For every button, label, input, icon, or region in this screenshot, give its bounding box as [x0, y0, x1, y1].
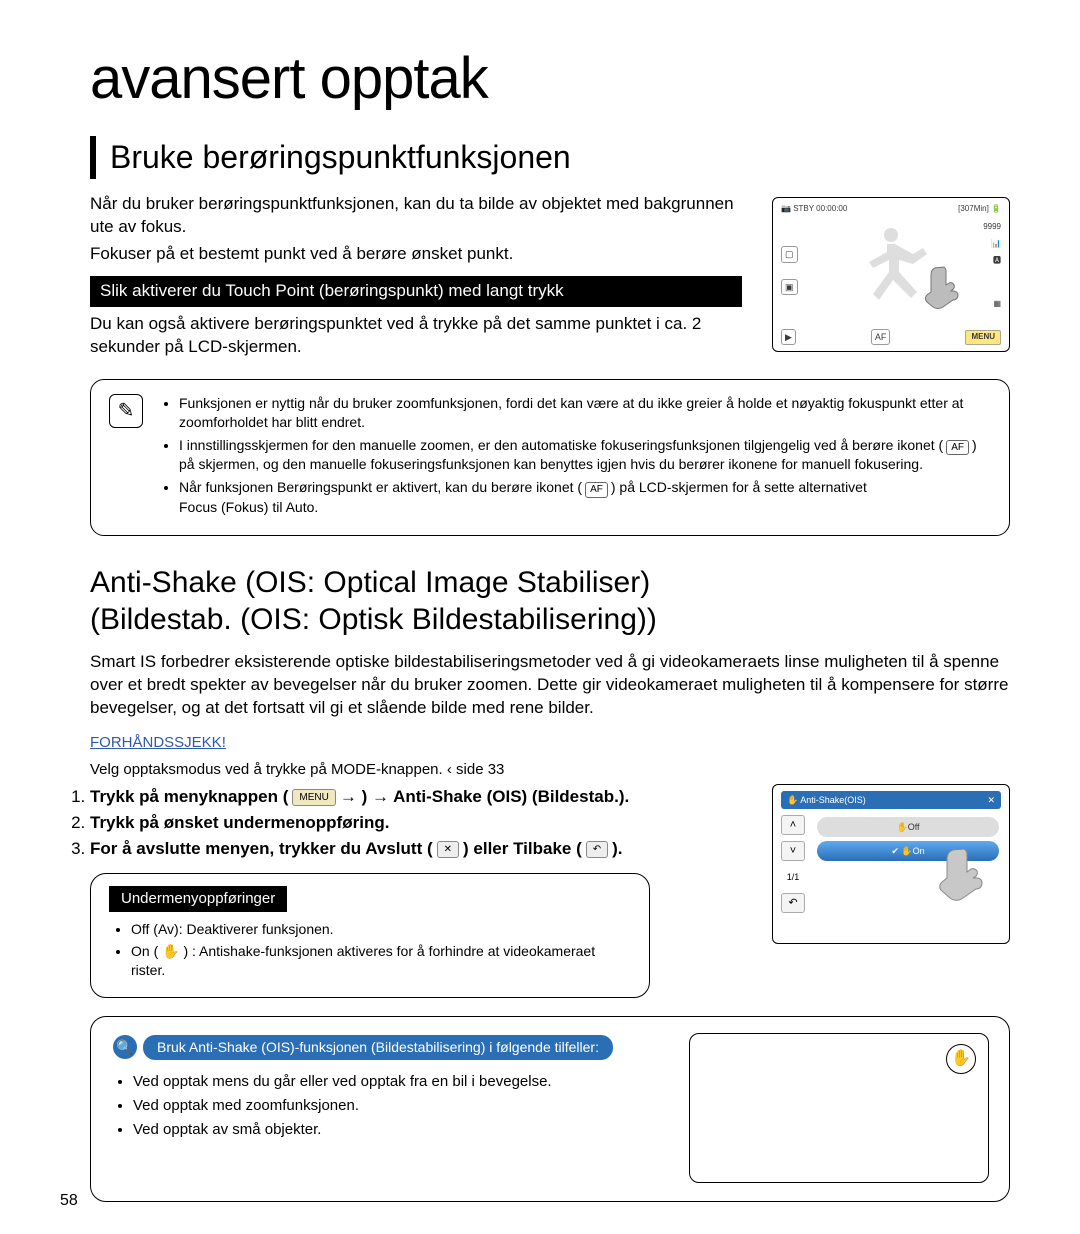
page-title: avansert opptak [90, 40, 1010, 118]
tip-illustration: ✋ [689, 1033, 989, 1183]
lcd-icon-2: ▣ [781, 279, 798, 295]
tip-bullet1: Ved opptak mens du går eller ved opptak … [133, 1072, 665, 1092]
step-2: Trykk på ønsket undermenoppføring. [90, 812, 736, 835]
steps-list: Trykk på menyknappen (MENU→ ) → Anti-Sha… [90, 786, 736, 861]
note1-bullet2: I innstillingsskjermen for den manuelle … [179, 436, 991, 474]
precheck-line: Velg opptaksmodus ved å trykke på MODE-k… [90, 760, 1010, 780]
lcd-line2: 📊 [991, 239, 1001, 250]
note-icon: ✎ [109, 394, 143, 428]
lcd-af: AF [871, 329, 891, 345]
lcd-time: 00:00:00 [816, 204, 847, 213]
tip-pill: 🔍 Bruk Anti-Shake (OIS)-funksjonen (Bild… [111, 1033, 615, 1062]
note1-bullet3: Når funksjonen Berøringspunkt er aktiver… [179, 478, 991, 516]
back-chip-icon: ↶ [586, 841, 608, 859]
section1-afterbar: Du kan også aktivere berøringspunktet ve… [90, 313, 742, 359]
tip-box: 🔍 Bruk Anti-Shake (OIS)-funksjonen (Bild… [90, 1016, 1010, 1202]
touchpoint-bar: Slik aktiverer du Touch Point (berørings… [90, 276, 742, 307]
tip-bullet3: Ved opptak av små objekter. [133, 1120, 665, 1140]
lcd-remain: [307Min] [958, 204, 989, 213]
lcd-line3: 🅰 [993, 256, 1001, 267]
tip-pill-text: Bruk Anti-Shake (OIS)-funksjonen (Bildes… [143, 1035, 613, 1060]
section1-intro2: Fokuser på et bestemt punkt ved å berøre… [90, 243, 742, 266]
section2-heading: Anti-Shake (OIS: Optical Image Stabilise… [90, 564, 1010, 639]
page-number: 58 [60, 1190, 78, 1212]
submenu-on: On ( ✋ ) : Antishake-funksjonen aktivere… [131, 942, 631, 980]
lcd2-opt-off[interactable]: ✋ Off [817, 817, 999, 837]
menu-chip-icon: MENU [292, 789, 335, 807]
lcd-menu-button[interactable]: MENU [965, 330, 1001, 345]
submenu-title: Undermenyoppføringer [109, 886, 287, 912]
touch-hand-icon-2 [937, 843, 991, 909]
touch-hand-icon [923, 261, 965, 311]
lcd-icon-1: ▢ [781, 246, 798, 262]
ois-circle-icon: ✋ [946, 1044, 976, 1074]
lcd-stby: STBY [793, 204, 814, 213]
section1-heading: Bruke berøringspunktfunksjonen [90, 136, 1010, 179]
lcd-preview-1: 📷 STBY 00:00:00 [307Min] 🔋 ▢ ▣ 9999 📊 🅰 … [772, 197, 1010, 352]
af-inline-icon-2: AF [585, 482, 608, 498]
step-3: For å avslutte menyen, trykker du Avslut… [90, 838, 736, 861]
lcd2-back-icon[interactable]: ↶ [781, 893, 805, 913]
lcd2-page: 1/1 [781, 867, 805, 887]
lcd-res: 9999 [983, 222, 1001, 233]
close-chip-icon: ✕ [437, 841, 459, 859]
note-block-1: ✎ Funksjonen er nyttig når du bruker zoo… [90, 379, 1010, 536]
section2-para: Smart IS forbedrer eksisterende optiske … [90, 651, 1010, 720]
step-1: Trykk på menyknappen (MENU→ ) → Anti-Sha… [90, 786, 736, 809]
ois-hand-icon: ✋ [162, 943, 179, 959]
submenu-off: Off (Av): Deaktiverer funksjonen. [131, 920, 631, 939]
tip-bullet2: Ved opptak med zoomfunksjonen. [133, 1096, 665, 1116]
lcd-play-icon: ▶ [781, 329, 796, 345]
submenu-box: Undermenyoppføringer Off (Av): Deaktiver… [90, 873, 650, 998]
af-inline-icon: AF [946, 440, 969, 456]
magnifier-icon: 🔍 [113, 1035, 137, 1059]
lcd2-close-icon[interactable]: ✕ [987, 794, 995, 806]
lcd2-up-icon[interactable]: ˄ [781, 815, 805, 835]
lcd2-down-icon[interactable]: ˅ [781, 841, 805, 861]
lcd-preview-2: ✋ Anti-Shake(OIS) ✕ ˄ ˅ 1/1 ↶ ✋ Off ✔ ✋ … [772, 784, 1010, 944]
lcd-line4: ▦ [993, 299, 1001, 310]
note1-bullet1: Funksjonen er nyttig når du bruker zoomf… [179, 394, 991, 432]
section1-intro1: Når du bruker berøringspunktfunksjonen, … [90, 193, 742, 239]
precheck-label: FORHÅNDSSJEKK! [90, 733, 1010, 753]
lcd2-title: Anti-Shake(OIS) [800, 795, 866, 805]
